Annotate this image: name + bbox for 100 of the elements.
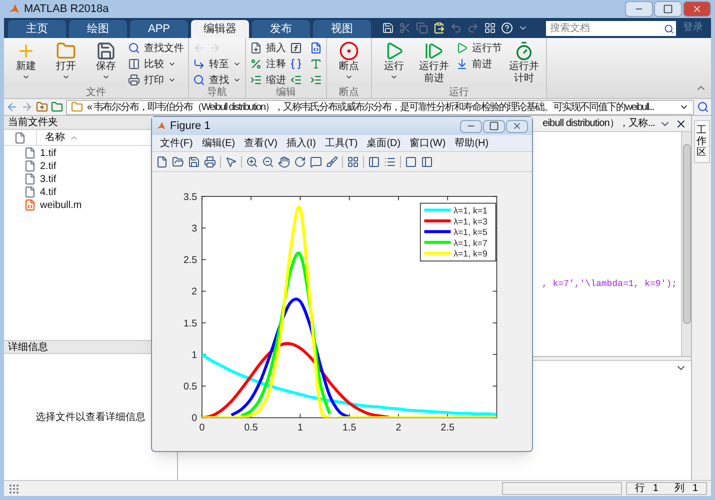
caret-icon bbox=[62, 73, 70, 81]
maximize-button[interactable] bbox=[483, 120, 505, 132]
y-tick-label: 2 bbox=[192, 286, 198, 298]
x-tick-label: 1 bbox=[297, 422, 303, 434]
ribbon-button[interactable]: 运行 bbox=[376, 41, 412, 87]
zoom-out-icon[interactable] bbox=[262, 156, 274, 168]
ribbon-button[interactable]: 打印 bbox=[128, 73, 184, 87]
ribbon-button[interactable]: 前进 bbox=[456, 57, 502, 71]
menu-item[interactable]: 帮助(H) bbox=[454, 136, 489, 150]
column-header[interactable]: 名称 bbox=[36, 130, 146, 145]
editor-tab[interactable]: eibull distribution），又称... bbox=[542, 116, 655, 131]
x-tick-label: 0 bbox=[199, 422, 205, 434]
menu-item[interactable]: 桌面(D) bbox=[366, 136, 401, 150]
legend-label: λ=1, k=9 bbox=[454, 248, 488, 259]
menu-item[interactable]: 编辑(E) bbox=[202, 136, 236, 150]
indent-icon bbox=[250, 74, 262, 86]
braces-icon[interactable] bbox=[290, 58, 302, 70]
pointer-icon[interactable] bbox=[225, 156, 237, 168]
ribbon-button[interactable]: 比较 bbox=[128, 57, 184, 71]
square-icon[interactable] bbox=[405, 156, 417, 168]
ribbon-button[interactable]: 运行并计时 bbox=[506, 41, 542, 87]
file-icon bbox=[24, 160, 36, 172]
minimize-button[interactable] bbox=[460, 120, 482, 132]
new-file-icon[interactable] bbox=[156, 156, 168, 168]
file-item[interactable]: weibull.m bbox=[40, 198, 82, 212]
side-tab[interactable]: 工作区 bbox=[694, 120, 710, 163]
button-label: 打开 bbox=[55, 61, 77, 73]
ribbon-button[interactable]: 运行节 bbox=[456, 41, 502, 55]
y-tick-label: 0.5 bbox=[183, 382, 198, 393]
path-field[interactable]: « 韦布尔分布，即韦伯分布（Weibull distribution），又称韦氏分布或威布尔分布，是可靠性分析和寿命检验的理论基础。可实现不同值下的weibull... bbox=[66, 100, 694, 114]
search-field[interactable]: 搜索文档 bbox=[546, 21, 662, 36]
save-icon[interactable] bbox=[188, 156, 200, 168]
help-icon[interactable] bbox=[501, 22, 513, 34]
caret-icon bbox=[22, 73, 30, 81]
menu-item[interactable]: 窗口(W) bbox=[410, 136, 446, 150]
group-label: 编辑 bbox=[246, 87, 326, 98]
advance-icon bbox=[456, 58, 468, 70]
scrollbar[interactable] bbox=[681, 132, 691, 356]
paste-icon[interactable] bbox=[433, 22, 445, 34]
folder-icon[interactable] bbox=[51, 101, 63, 113]
maximize-button[interactable] bbox=[654, 1, 682, 17]
hand-icon[interactable] bbox=[278, 156, 290, 168]
folder-icon[interactable] bbox=[172, 156, 184, 168]
grip-icon[interactable] bbox=[8, 482, 20, 494]
ribbon-tab[interactable]: 发布 bbox=[252, 20, 310, 38]
ribbon-button[interactable]: 保存 bbox=[88, 41, 124, 87]
ribbon-button[interactable]: 运行并前进 bbox=[416, 41, 452, 87]
ribbon-button[interactable]: 转至 bbox=[193, 57, 241, 71]
printer-icon[interactable] bbox=[204, 156, 216, 168]
search-icon bbox=[664, 24, 674, 34]
folder-path: « 韦布尔分布，即韦伯分布（Weibull distribution），又称韦氏分布或威布尔分布，是可靠性分析和寿命检验的理论基础。可实现不同值下的weibull... bbox=[87, 100, 656, 114]
row-value: 1 bbox=[652, 482, 658, 496]
folder-up-icon[interactable] bbox=[36, 101, 48, 113]
zoom-in-icon[interactable] bbox=[246, 156, 258, 168]
data-tip-icon[interactable] bbox=[310, 156, 322, 168]
panel-icon[interactable] bbox=[421, 156, 433, 168]
ribbon-button[interactable]: 新建 bbox=[8, 41, 44, 87]
menu-item[interactable]: 工具(T) bbox=[324, 136, 358, 150]
compare-icon bbox=[128, 58, 140, 70]
ribbon-tab[interactable]: APP bbox=[130, 20, 188, 38]
legend-label: λ=1, k=5 bbox=[454, 227, 488, 238]
caret-icon bbox=[390, 73, 398, 81]
ribbon-button[interactable]: 查找文件 bbox=[128, 41, 184, 55]
close-icon[interactable] bbox=[675, 118, 687, 130]
menu-item[interactable]: 插入(I) bbox=[286, 136, 316, 150]
search-icon[interactable] bbox=[697, 101, 709, 113]
ribbon-button[interactable]: 缩进 bbox=[250, 73, 286, 87]
ribbon-tab[interactable]: 绘图 bbox=[69, 20, 127, 38]
function-icon[interactable] bbox=[290, 42, 302, 54]
ribbon-tab[interactable]: 编辑器 bbox=[191, 20, 249, 38]
file-item[interactable]: 3.tif bbox=[40, 172, 56, 186]
menu-item[interactable]: 文件(F) bbox=[160, 136, 193, 150]
layout-icon[interactable] bbox=[484, 22, 496, 34]
brush-icon[interactable] bbox=[326, 156, 338, 168]
file-item[interactable]: 1.tif bbox=[40, 146, 56, 160]
x-tick-label: 1.5 bbox=[342, 422, 356, 434]
ribbon-tab[interactable]: 主页 bbox=[8, 20, 66, 38]
outdent-icon[interactable] bbox=[290, 74, 302, 86]
ribbon-button[interactable]: 查找 bbox=[193, 73, 241, 87]
search-button[interactable] bbox=[662, 21, 676, 36]
menu-item[interactable]: 查看(V) bbox=[244, 136, 278, 150]
ribbon-button[interactable]: 打开 bbox=[48, 41, 84, 87]
close-icon bbox=[692, 4, 702, 14]
ribbon-button[interactable]: 断点 bbox=[331, 41, 367, 87]
ribbon-button[interactable]: 注释 bbox=[250, 57, 286, 71]
rotate-icon[interactable] bbox=[294, 156, 306, 168]
indent-icon[interactable] bbox=[310, 74, 322, 86]
file-item[interactable]: 2.tif bbox=[40, 158, 56, 174]
group-label: 断点 bbox=[327, 87, 371, 98]
file-icon bbox=[24, 173, 36, 185]
x-tick-label: 2.5 bbox=[440, 422, 454, 434]
script-file-icon bbox=[24, 199, 36, 211]
column-label: 列 bbox=[674, 482, 684, 496]
script-icon[interactable] bbox=[310, 42, 322, 54]
ribbon-button[interactable]: 插入 bbox=[250, 41, 286, 55]
file-item[interactable]: 4.tif bbox=[40, 184, 56, 200]
row-label: 行 bbox=[634, 482, 645, 496]
ribbon-tab[interactable]: 视图 bbox=[313, 20, 371, 38]
timer-icon bbox=[514, 41, 534, 61]
y-tick-label: 2.5 bbox=[183, 255, 198, 266]
